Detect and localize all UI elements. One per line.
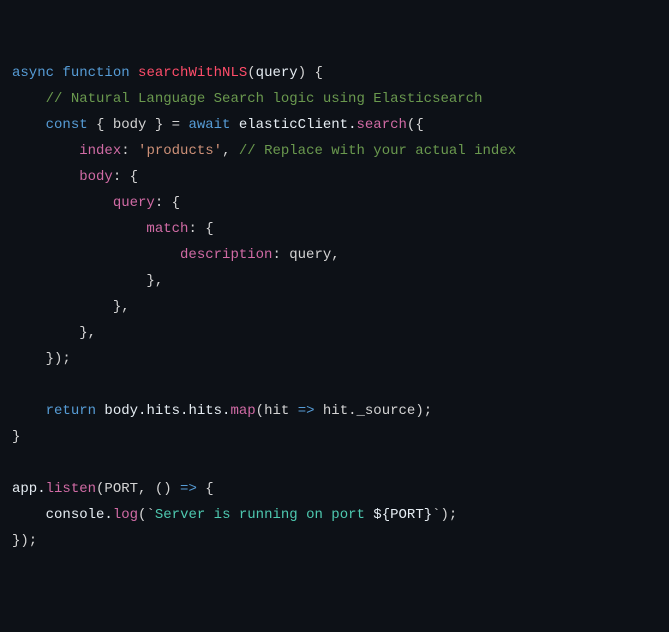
arrow: =>: [180, 481, 197, 497]
line: console.log(`Server is running on port $…: [12, 507, 457, 523]
line: const { body } = await elasticClient.sea…: [12, 117, 424, 133]
line: match: {: [12, 221, 214, 237]
key-query: query: [113, 195, 155, 211]
param-query: query: [256, 65, 298, 81]
object-path: elasticClient.: [230, 117, 356, 133]
call-open: ({: [407, 117, 424, 133]
method-log: log: [113, 507, 138, 523]
method-search: search: [357, 117, 407, 133]
keyword-async: async: [12, 65, 54, 81]
line: },: [12, 299, 130, 315]
keyword-function: function: [62, 65, 129, 81]
key-match: match: [146, 221, 188, 237]
line: description: query,: [12, 247, 340, 263]
line: });: [12, 533, 37, 549]
method-listen: listen: [46, 481, 96, 497]
arrow: =>: [298, 403, 315, 419]
keyword-const: const: [46, 117, 88, 133]
string-products: 'products': [138, 143, 222, 159]
comment: // Replace with your actual index: [230, 143, 516, 159]
key-body: body: [79, 169, 113, 185]
template-string: Server is running on port: [155, 507, 373, 523]
keyword-await: await: [188, 117, 230, 133]
paren-open: (: [247, 65, 255, 81]
key-description: description: [180, 247, 272, 263]
keyword-return: return: [46, 403, 96, 419]
key-index: index: [79, 143, 121, 159]
paren-close-brace: ) {: [298, 65, 323, 81]
method-map: map: [230, 403, 255, 419]
destructure: { body } =: [88, 117, 189, 133]
line: return body.hits.hits.map(hit => hit._so…: [12, 403, 432, 419]
interp-port: PORT: [390, 507, 424, 523]
line: index: 'products', // Replace with your …: [12, 143, 516, 159]
line: query: {: [12, 195, 180, 211]
line: },: [12, 325, 96, 341]
line: async function searchWithNLS(query) {: [12, 65, 323, 81]
line: },: [12, 273, 163, 289]
line: // Natural Language Search logic using E…: [12, 91, 482, 107]
comment: // Natural Language Search logic using E…: [46, 91, 483, 107]
line: app.listen(PORT, () => {: [12, 481, 214, 497]
code-block: async function searchWithNLS(query) { //…: [12, 60, 657, 554]
line: body: {: [12, 169, 138, 185]
function-name: searchWithNLS: [138, 65, 247, 81]
line: }: [12, 429, 20, 445]
line: });: [12, 351, 71, 367]
